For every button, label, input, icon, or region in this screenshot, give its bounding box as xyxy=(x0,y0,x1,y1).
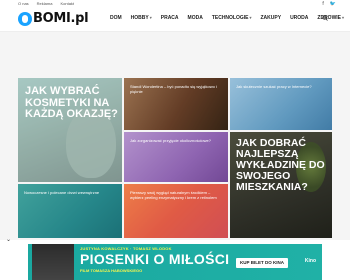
featured-tile[interactable]: Standi Wondertina – być ponadto się wyją… xyxy=(124,78,228,130)
tile-caption: Pierwszy swój wygląd naturalnym środkiem… xyxy=(130,190,217,200)
nav-item-praca[interactable]: PRACA xyxy=(161,15,179,21)
twitter-icon[interactable]: 🐦 xyxy=(330,1,336,7)
featured-tile[interactable]: Nowoczesne i polecane drzwi wewnętrzne xyxy=(18,184,122,238)
chevron-down-icon[interactable]: ⌄ xyxy=(6,236,11,243)
nav-item-label: MODA xyxy=(187,15,203,21)
logo-mark-icon xyxy=(18,11,32,26)
ad-sub-line: FILM TOMASZA HABOWSKIEGO xyxy=(80,268,143,273)
nav-item-technologie[interactable]: TECHNOLOGIE▾ xyxy=(212,15,252,21)
nav-item-label: URODA xyxy=(290,15,309,21)
nav-item-dom[interactable]: DOM xyxy=(110,15,122,21)
site-header: BOMI.pl DOM HOBBY▾ PRACA MODA TECHNOLOGI… xyxy=(0,8,350,32)
top-link-kontakt[interactable]: Kontakt xyxy=(60,1,74,6)
nav-item-moda[interactable]: MODA xyxy=(188,15,203,21)
top-links: O nas Reklama Kontakt xyxy=(18,1,74,6)
featured-grid: JAK WYBRAĆ KOSMETYKI NA KAŻDĄ OKAZJĘ? St… xyxy=(18,78,332,238)
tile-caption: Nowoczesne i polecane drzwi wewnętrzne xyxy=(24,190,100,195)
tile-caption: Standi Wondertina – być ponadto się wyją… xyxy=(130,84,217,94)
chevron-down-icon: ▾ xyxy=(249,15,252,20)
nav-item-uroda[interactable]: URODA xyxy=(290,15,308,21)
tile-caption: Jak skutecznie szukać pracy w Internecie… xyxy=(236,84,312,89)
chevron-down-icon: ▾ xyxy=(342,15,345,20)
featured-tile[interactable]: Jak zorganizować przyjęcie okolicznościo… xyxy=(124,132,228,182)
ad-image xyxy=(32,244,74,280)
nav-item-label: TECHNOLOGIE xyxy=(211,15,249,21)
ad-brand: Kino xyxy=(304,258,316,264)
featured-tile[interactable]: JAK DOBRAĆ NAJLEPSZĄ WYKŁADZINĘ DO SWOJE… xyxy=(230,132,332,238)
nav-item-label: ZAKUPY xyxy=(260,15,282,21)
main-nav: DOM HOBBY▾ PRACA MODA TECHNOLOGIE▾ ZAKUP… xyxy=(110,15,344,21)
nav-item-label: ZDROWIE xyxy=(317,15,342,21)
tile-title: JAK DOBRAĆ NAJLEPSZĄ WYKŁADZINĘ DO SWOJE… xyxy=(236,137,325,194)
facebook-icon[interactable]: f xyxy=(322,1,323,7)
nav-item-label: PRACA xyxy=(160,15,179,21)
site-logo[interactable]: BOMI.pl xyxy=(18,11,89,26)
tile-title: JAK WYBRAĆ KOSMETYKI NA KAŻDĄ OKAZJĘ? xyxy=(25,85,118,121)
chevron-down-icon: ▾ xyxy=(149,15,152,20)
nav-item-label: HOBBY xyxy=(130,15,149,21)
top-link-reklama[interactable]: Reklama xyxy=(37,1,53,6)
ad-banner-container: JUSTYNA KOWALCZYK · TOMASZ WLODOK PIOSEN… xyxy=(28,244,322,280)
tile-caption: Jak zorganizować przyjęcie okolicznościo… xyxy=(130,138,211,143)
nav-item-label: DOM xyxy=(110,15,122,21)
nav-item-hobby[interactable]: HOBBY▾ xyxy=(131,15,152,21)
nav-item-zakupy[interactable]: ZAKUPY xyxy=(261,15,282,21)
ad-title: PIOSENKI O MIŁOŚCI xyxy=(80,251,230,267)
logo-text: BOMI.pl xyxy=(33,11,89,26)
top-bar: O nas Reklama Kontakt f 🐦 xyxy=(0,0,350,8)
ad-banner[interactable]: JUSTYNA KOWALCZYK · TOMASZ WLODOK PIOSEN… xyxy=(28,244,322,280)
featured-tile[interactable]: Jak skutecznie szukać pracy w Internecie… xyxy=(230,78,332,130)
top-link-o-nas[interactable]: O nas xyxy=(18,1,29,6)
featured-tile[interactable]: JAK WYBRAĆ KOSMETYKI NA KAŻDĄ OKAZJĘ? xyxy=(18,78,122,182)
buy-ticket-button[interactable]: KUP BILET DO KINA xyxy=(236,258,288,268)
social-icons: f 🐦 xyxy=(322,1,336,7)
search-icon[interactable] xyxy=(322,15,328,21)
featured-tile[interactable]: Pierwszy swój wygląd naturalnym środkiem… xyxy=(124,184,228,238)
